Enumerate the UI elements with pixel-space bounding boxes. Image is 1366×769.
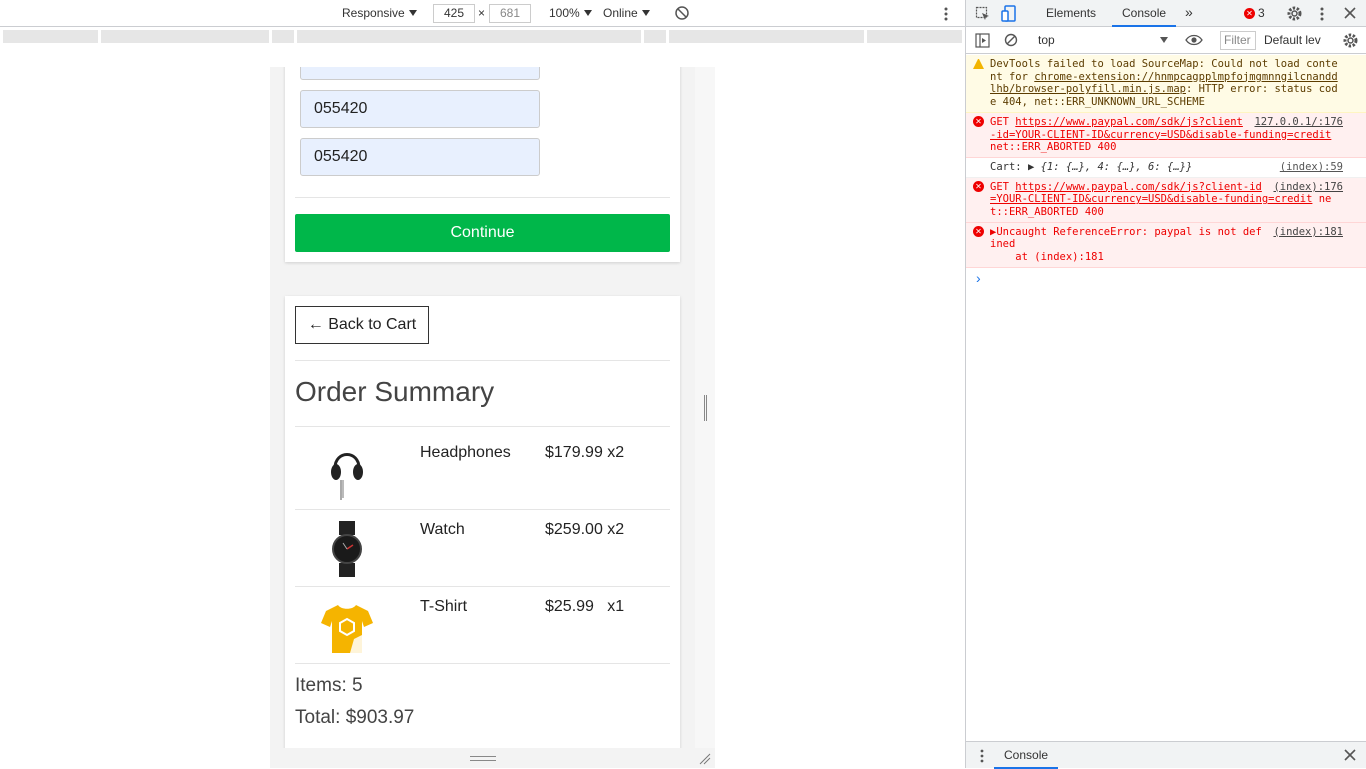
settings-gear-icon[interactable] [1286, 5, 1303, 22]
console-warning: DevTools failed to load SourceMap: Could… [966, 55, 1366, 113]
devtools-tab-bar: Elements Console » ✕ 3 [966, 0, 1366, 27]
checkout-form-card: 055420 055420 Continue [285, 67, 680, 262]
rotate-icon[interactable] [674, 5, 690, 21]
order-total: Total: $903.97 [295, 707, 415, 728]
drawer-tab-console[interactable]: Console [994, 742, 1059, 769]
message-source-link[interactable]: (index):59 [1280, 161, 1343, 174]
console-prompt[interactable]: › [976, 270, 981, 286]
item-name: T-Shirt [420, 598, 468, 615]
ruler-segment[interactable] [3, 30, 98, 43]
item-name: Headphones [420, 444, 511, 461]
viewport-resize-corner-icon[interactable] [698, 752, 712, 766]
device-emulation-area: Responsive 425 × 681 100% Online 055420 … [0, 0, 965, 768]
throttle-select[interactable]: Online [603, 6, 650, 20]
context-label: top [1038, 33, 1055, 47]
item-price: $25.99 x1 [545, 598, 625, 615]
emulated-viewport: 055420 055420 Continue ← Back to Cart Or… [270, 67, 695, 748]
cart-object-preview[interactable]: ▶ {1: {…}, 4: {…}, 6: {…}} [1028, 161, 1192, 173]
console-error: ✕ (index):181 ▶Uncaught ReferenceError: … [966, 222, 1366, 268]
form-field-2[interactable]: 055420 [300, 138, 540, 176]
inspect-element-icon[interactable] [975, 6, 991, 22]
customize-menu-icon[interactable] [1317, 6, 1327, 22]
item-name: Watch [420, 521, 465, 538]
error-icon: ✕ [973, 225, 984, 237]
divider [295, 663, 670, 664]
watch-image [332, 521, 362, 577]
ruler-segment[interactable] [297, 30, 641, 43]
media-query-ruler [0, 28, 965, 46]
message-source-link[interactable]: (index):181 [1273, 226, 1343, 239]
order-summary-title: Order Summary [295, 376, 495, 407]
form-field-partial[interactable] [300, 67, 540, 80]
divider [295, 360, 670, 361]
drawer-menu-icon[interactable] [979, 748, 985, 764]
console-error: ✕ (index):176 GET https://www.paypal.com… [966, 177, 1366, 223]
back-to-cart-button[interactable]: ← Back to Cart [295, 306, 429, 344]
tshirt-image [321, 605, 373, 653]
error-count-icon[interactable]: ✕ [1244, 8, 1255, 19]
viewport-resize-handle-bottom[interactable] [470, 756, 496, 761]
tab-elements[interactable]: Elements [1046, 6, 1096, 20]
zoom-select[interactable]: 100% [549, 6, 592, 20]
divider [295, 197, 670, 198]
message-text: net::ERR_ABORTED 400 [990, 141, 1117, 154]
console-settings-gear-icon[interactable] [1342, 32, 1359, 49]
error-icon: ✕ [973, 180, 984, 192]
devtools-panel: Elements Console » ✕ 3 top Filter Defaul… [965, 0, 1366, 769]
ruler-segment[interactable] [644, 30, 666, 43]
message-text: Cart: [990, 160, 1028, 173]
ruler-segment[interactable] [669, 30, 864, 43]
zoom-label: 100% [549, 6, 580, 20]
dimension-separator: × [478, 6, 486, 20]
device-label: Responsive [342, 6, 405, 20]
divider [295, 586, 670, 587]
more-tabs-button[interactable]: » [1185, 4, 1193, 20]
console-log: (index):59 Cart: ▶ {1: {…}, 4: {…}, 6: {… [966, 158, 1366, 178]
context-select[interactable]: top [1038, 33, 1055, 47]
message-text[interactable]: ▶Uncaught ReferenceError: paypal is not … [990, 226, 1262, 251]
item-price: $259.00 x2 [545, 521, 625, 538]
console-drawer: Console [966, 741, 1366, 769]
divider [295, 426, 670, 427]
item-price: $179.99 x2 [545, 444, 625, 461]
log-levels-select[interactable]: Default lev [1264, 33, 1321, 47]
tab-console[interactable]: Console [1112, 6, 1177, 27]
ruler-segment[interactable] [867, 30, 962, 43]
request-url-link[interactable]: https://www.paypal.com/sdk/js?client-id=… [990, 181, 1312, 206]
message-text: GET [990, 180, 1016, 193]
continue-button[interactable]: Continue [295, 214, 670, 252]
console-toolbar: top Filter Default lev [966, 27, 1366, 54]
device-select[interactable]: Responsive [342, 6, 417, 20]
more-options-icon[interactable] [940, 6, 952, 22]
error-icon: ✕ [973, 115, 984, 127]
filter-input[interactable]: Filter [1220, 31, 1256, 50]
message-source-link[interactable]: 127.0.0.1/:176 [1254, 116, 1343, 129]
height-input[interactable]: 681 [489, 4, 531, 23]
viewport-resize-handle-right[interactable] [704, 395, 707, 421]
ruler-segment[interactable] [272, 30, 294, 43]
headphones-image [331, 453, 363, 500]
stack-trace-line[interactable]: at (index):181 [990, 251, 1343, 264]
console-error: ✕ 127.0.0.1/:176 GET https://www.paypal.… [966, 112, 1366, 158]
device-toolbar: Responsive 425 × 681 100% Online [0, 0, 965, 27]
device-toggle-icon[interactable] [1001, 5, 1017, 22]
context-dropdown-icon[interactable] [1160, 37, 1168, 43]
error-count[interactable]: 3 [1258, 6, 1265, 20]
items-count: Items: 5 [295, 675, 363, 696]
clear-console-icon[interactable] [1004, 33, 1018, 47]
sidebar-toggle-icon[interactable] [975, 33, 990, 48]
divider [295, 509, 670, 510]
order-summary-card: ← Back to Cart Order Summary Headphones … [285, 296, 680, 748]
warning-icon [973, 58, 984, 69]
close-devtools-icon[interactable] [1344, 7, 1356, 19]
throttle-label: Online [603, 6, 638, 20]
form-field-1[interactable]: 055420 [300, 90, 540, 128]
message-source-link[interactable]: (index):176 [1273, 181, 1343, 194]
console-messages: DevTools failed to load SourceMap: Could… [966, 55, 1366, 268]
message-text: GET [990, 115, 1016, 128]
width-input[interactable]: 425 [433, 4, 475, 23]
live-expression-eye-icon[interactable] [1185, 34, 1203, 46]
close-drawer-icon[interactable] [1344, 749, 1356, 761]
ruler-segment[interactable] [101, 30, 269, 43]
